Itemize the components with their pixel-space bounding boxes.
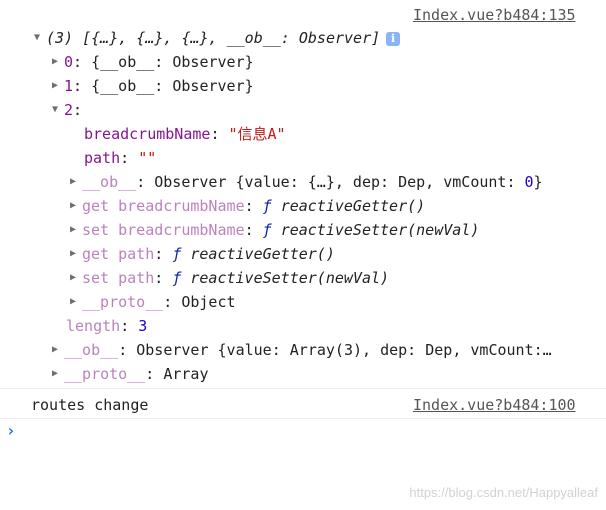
prop-value: Object — [181, 293, 236, 311]
prop-key: __ob__ — [64, 341, 119, 359]
ob-value-suffix: } — [533, 173, 543, 191]
accessor-row[interactable]: ▶ set path: ƒ reactiveSetter(newVal) — [70, 266, 389, 290]
accessor-label: get path — [82, 245, 155, 263]
prop-key: __proto__ — [64, 365, 146, 383]
array-proto[interactable]: ▶ __proto__: Array — [52, 362, 209, 386]
collapse-arrow-icon[interactable]: ▼ — [52, 98, 64, 122]
prop-value: Observer {value: Array(3), dep: Dep, vmC… — [136, 341, 552, 359]
expand-arrow-icon[interactable]: ▶ — [52, 50, 64, 74]
function-signature: reactiveGetter() — [280, 197, 426, 215]
item-value: {__ob__: Observer} — [91, 53, 254, 71]
source-link-bottom[interactable]: Index.vue?b484:100 — [413, 396, 576, 414]
prop-value: 3 — [138, 317, 148, 335]
array-item-2[interactable]: ▼ 2: — [52, 98, 82, 122]
prompt-divider — [0, 418, 606, 419]
colon: : — [145, 365, 164, 383]
colon: : — [154, 245, 173, 263]
colon: : — [73, 53, 92, 71]
ob-value-prefix: Observer {value: {…}, dep: Dep, vmCount: — [154, 173, 525, 191]
accessor-label: get breadcrumbName — [82, 197, 245, 215]
prop-value: Array — [163, 365, 209, 383]
colon: : — [244, 221, 263, 239]
prop-ob[interactable]: ▶ __ob__: Observer {value: {…}, dep: Dep,… — [70, 170, 543, 194]
function-signature: reactiveSetter(newVal) — [190, 269, 390, 287]
expand-arrow-icon[interactable]: ▶ — [70, 194, 82, 218]
function-icon: ƒ — [172, 269, 182, 287]
prop-value: "信息A" — [228, 125, 286, 143]
prop-breadcrumb-name: breadcrumbName: "信息A" — [84, 122, 286, 146]
colon: : — [73, 77, 92, 95]
array-summary: (3) [{…}, {…}, {…}, __ob__: Observer] — [46, 29, 381, 47]
array-item-1[interactable]: ▶ 1: {__ob__: Observer} — [52, 74, 254, 98]
array-summary-row[interactable]: ▼ (3) [{…}, {…}, {…}, __ob__: Observer] i — [34, 26, 401, 50]
function-icon: ƒ — [172, 245, 182, 263]
message-divider — [0, 388, 606, 389]
accessor-row[interactable]: ▶ get breadcrumbName: ƒ reactiveGetter() — [70, 194, 425, 218]
colon: : — [120, 317, 139, 335]
colon: : — [154, 269, 173, 287]
prop-key: __proto__ — [82, 293, 164, 311]
watermark: https://blog.csdn.net/Happyalleaf — [409, 485, 598, 500]
collapse-arrow-icon[interactable]: ▼ — [34, 26, 46, 50]
colon: : — [120, 149, 139, 167]
accessor-label: set path — [82, 269, 155, 287]
array-ob[interactable]: ▶ __ob__: Observer {value: Array(3), dep:… — [52, 338, 552, 362]
colon: : — [73, 101, 83, 119]
accessor-row[interactable]: ▶ set breadcrumbName: ƒ reactiveSetter(ne… — [70, 218, 479, 242]
prop-key: length — [66, 317, 121, 335]
console-prompt-icon[interactable]: › — [6, 421, 16, 440]
item-value: {__ob__: Observer} — [91, 77, 254, 95]
function-icon: ƒ — [262, 197, 272, 215]
function-signature: reactiveGetter() — [190, 245, 335, 263]
array-item-0[interactable]: ▶ 0: {__ob__: Observer} — [52, 50, 254, 74]
item-key: 1 — [64, 77, 74, 95]
log-message: routes change — [31, 396, 149, 414]
item-key: 0 — [64, 53, 74, 71]
prop-length: length: 3 — [66, 314, 147, 338]
colon: : — [210, 125, 229, 143]
prop-key: breadcrumbName — [84, 125, 211, 143]
expand-arrow-icon[interactable]: ▶ — [52, 362, 64, 386]
prop-key: path — [84, 149, 121, 167]
colon: : — [136, 173, 155, 191]
accessor-row[interactable]: ▶ get path: ƒ reactiveGetter() — [70, 242, 335, 266]
prop-proto[interactable]: ▶ __proto__: Object — [70, 290, 236, 314]
expand-arrow-icon[interactable]: ▶ — [70, 218, 82, 242]
colon: : — [163, 293, 182, 311]
accessor-label: set breadcrumbName — [82, 221, 245, 239]
expand-arrow-icon[interactable]: ▶ — [70, 290, 82, 314]
expand-arrow-icon[interactable]: ▶ — [70, 170, 82, 194]
prop-path: path: "" — [84, 146, 156, 170]
ob-vmcount: 0 — [524, 173, 534, 191]
expand-arrow-icon[interactable]: ▶ — [70, 242, 82, 266]
expand-arrow-icon[interactable]: ▶ — [70, 266, 82, 290]
function-signature: reactiveSetter(newVal) — [280, 221, 480, 239]
expand-arrow-icon[interactable]: ▶ — [52, 74, 64, 98]
expand-arrow-icon[interactable]: ▶ — [52, 338, 64, 362]
info-icon[interactable]: i — [386, 31, 401, 46]
prop-value: "" — [138, 149, 157, 167]
function-icon: ƒ — [262, 221, 272, 239]
colon: : — [118, 341, 137, 359]
item-key: 2 — [64, 101, 74, 119]
prop-key: __ob__ — [82, 173, 137, 191]
source-link-top[interactable]: Index.vue?b484:135 — [413, 6, 576, 24]
colon: : — [244, 197, 263, 215]
